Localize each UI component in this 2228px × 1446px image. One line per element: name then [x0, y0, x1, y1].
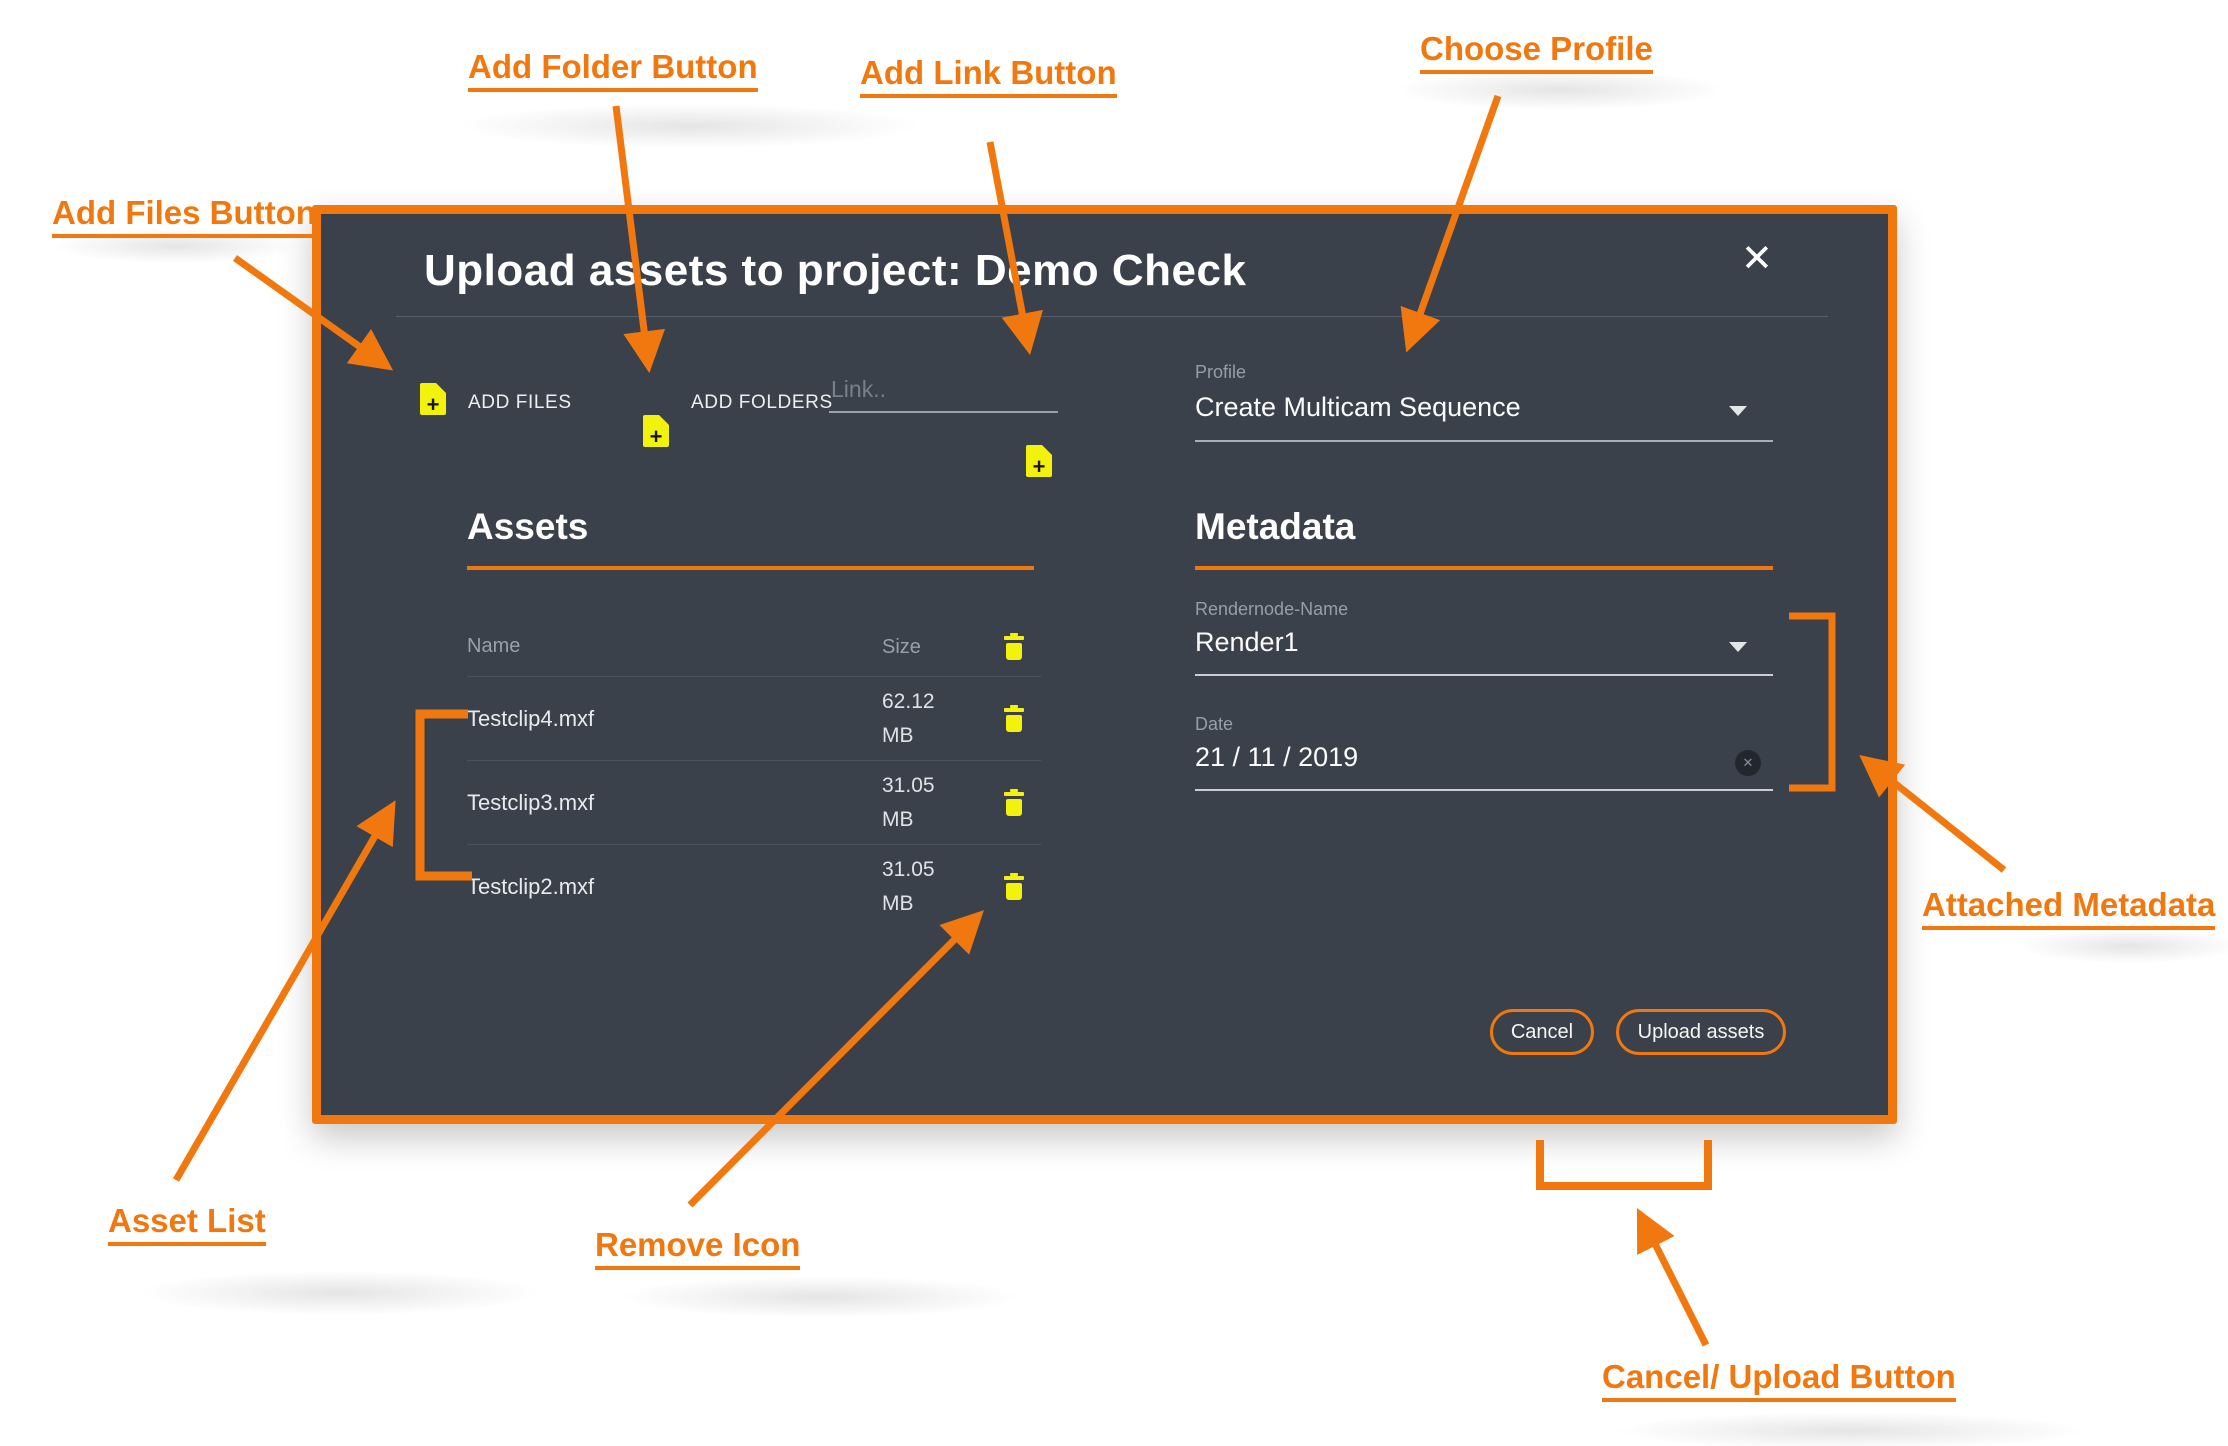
- add-folders-button[interactable]: ADD FOLDERS: [691, 392, 833, 414]
- asset-size: 62.12 MB: [882, 689, 935, 747]
- clear-date-icon[interactable]: ✕: [1735, 750, 1761, 776]
- asset-name: Testclip2.mxf: [467, 874, 595, 899]
- date-field[interactable]: 21 / 11 / 2019: [1195, 742, 1358, 773]
- annotation-cancel-upload: Cancel/ Upload Button: [1602, 1358, 1956, 1402]
- profile-select[interactable]: Create Multicam Sequence: [1195, 392, 1521, 423]
- table-row: Testclip3.mxf 31.05 MB: [467, 761, 1041, 845]
- trash-icon[interactable]: [1003, 873, 1025, 901]
- annotated-screenshot-page: Upload assets to project: Demo Check ✕ +…: [0, 0, 2228, 1446]
- annotation-add-folder: Add Folder Button: [468, 48, 758, 92]
- annotation-choose-profile: Choose Profile: [1420, 30, 1653, 74]
- delete-all-trash-icon[interactable]: [1003, 632, 1025, 661]
- add-files-button[interactable]: ADD FILES: [468, 392, 572, 414]
- metadata-heading-rule: [1195, 566, 1773, 570]
- assets-table: Name Size Testclip4.mxf 62.12 MB Testclip…: [467, 617, 1041, 929]
- annotation-attached-metadata: Attached Metadata: [1922, 886, 2216, 930]
- profile-underline: [1195, 440, 1773, 442]
- chevron-down-icon[interactable]: [1729, 642, 1747, 652]
- link-input[interactable]: [829, 374, 1058, 413]
- upload-assets-button[interactable]: Upload assets: [1616, 1009, 1786, 1055]
- dialog-title: Upload assets to project: Demo Check: [424, 246, 1247, 295]
- rendernode-select[interactable]: Render1: [1195, 627, 1299, 658]
- cancel-upload-arrow: [1636, 1207, 1710, 1347]
- column-header-size: Size: [882, 635, 921, 658]
- table-row: Testclip4.mxf 62.12 MB: [467, 677, 1041, 761]
- add-link-icon[interactable]: +: [1026, 445, 1052, 478]
- asset-size: 31.05 MB: [882, 858, 935, 915]
- title-divider: [396, 316, 1828, 317]
- add-files-icon[interactable]: +: [420, 383, 446, 416]
- add-folders-icon[interactable]: +: [643, 415, 669, 448]
- rendernode-label: Rendernode-Name: [1195, 599, 1349, 619]
- column-header-name: Name: [467, 635, 521, 657]
- chevron-down-icon[interactable]: [1729, 406, 1747, 416]
- cancel-button[interactable]: Cancel: [1490, 1009, 1594, 1055]
- trash-icon[interactable]: [1003, 704, 1025, 733]
- annotation-remove-icon: Remove Icon: [595, 1226, 801, 1270]
- date-label: Date: [1195, 714, 1234, 734]
- rendernode-underline: [1195, 674, 1773, 676]
- shadow-blob: [370, 95, 1010, 157]
- shadow-blob: [1520, 1405, 2180, 1446]
- cancel-upload-bracket: [1536, 1140, 1712, 1190]
- upload-assets-dialog: Upload assets to project: Demo Check ✕ +…: [312, 205, 1897, 1124]
- table-header-row: Name Size: [467, 617, 1041, 677]
- annotation-add-files: Add Files Button: [52, 194, 316, 238]
- asset-name: Testclip3.mxf: [467, 789, 595, 815]
- assets-heading: Assets: [467, 506, 589, 547]
- profile-label: Profile: [1195, 362, 1247, 382]
- close-icon[interactable]: ✕: [1741, 240, 1773, 278]
- date-underline: [1195, 789, 1773, 791]
- asset-size: 31.05 MB: [882, 773, 935, 831]
- metadata-heading: Metadata: [1195, 506, 1356, 547]
- shadow-blob: [540, 1268, 1100, 1326]
- assets-heading-rule: [467, 566, 1034, 570]
- table-row: Testclip2.mxf 31.05 MB: [467, 845, 1041, 929]
- trash-icon[interactable]: [1003, 788, 1025, 817]
- annotation-add-link: Add Link Button: [860, 54, 1117, 98]
- shadow-blob: [60, 1262, 620, 1324]
- asset-name: Testclip4.mxf: [467, 705, 595, 731]
- annotation-asset-list: Asset List: [108, 1202, 266, 1246]
